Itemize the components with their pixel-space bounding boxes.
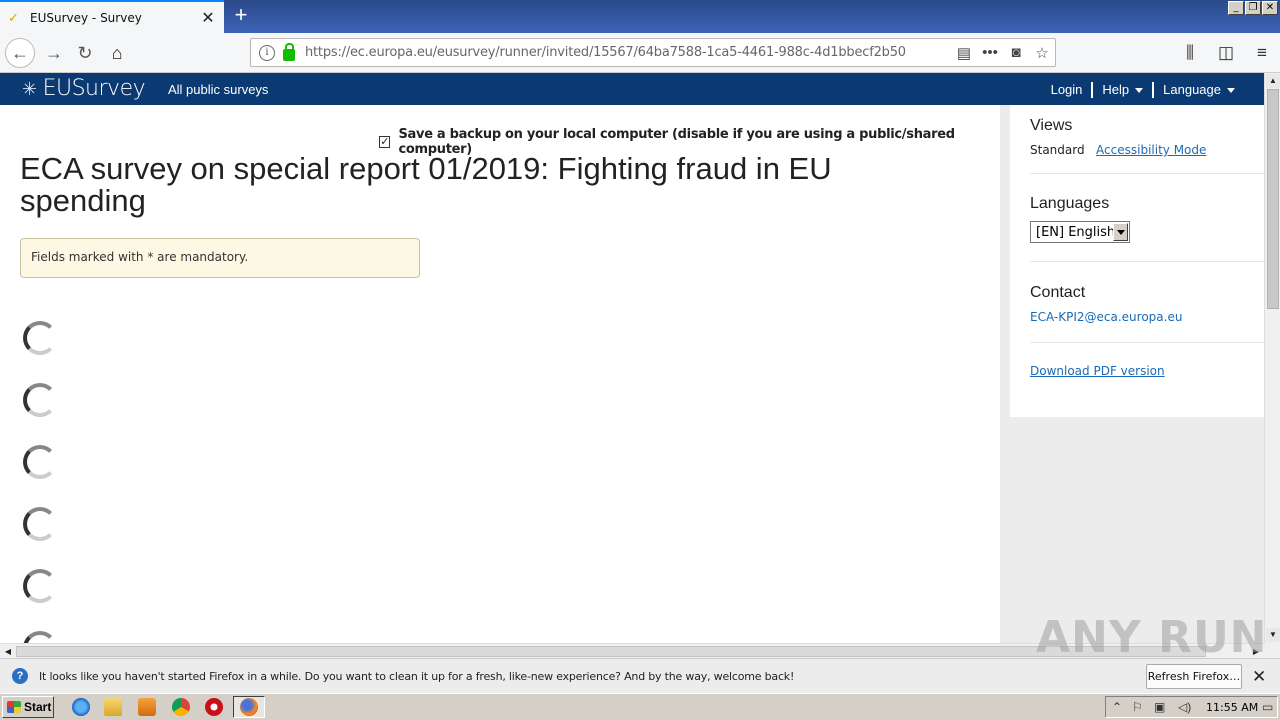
windows-logo-icon — [7, 701, 21, 713]
scroll-up-icon[interactable]: ▲ — [1266, 74, 1280, 88]
language-label: Language — [1163, 82, 1221, 97]
logo-star-icon: ✳ — [22, 79, 37, 100]
mandatory-note: Fields marked with * are mandatory. — [20, 238, 420, 278]
minimize-button[interactable]: _ — [1228, 1, 1244, 15]
toolbar-right: ⫼ ◫ ≡ — [1172, 40, 1280, 66]
divider — [1030, 173, 1264, 174]
opera-icon[interactable] — [205, 698, 223, 716]
close-notification-icon[interactable]: ✕ — [1252, 667, 1266, 687]
home-button[interactable]: ⌂ — [103, 40, 131, 66]
new-tab-button[interactable]: + — [228, 4, 254, 28]
download-pdf-link[interactable]: Download PDF version — [1030, 364, 1165, 378]
loading-spinner-icon — [23, 569, 57, 603]
clock[interactable]: 11:55 AM — [1206, 701, 1258, 714]
refresh-firefox-button[interactable]: Refresh Firefox… — [1146, 664, 1242, 689]
eusurvey-logo[interactable]: ✳ EUSurvey — [22, 76, 146, 101]
contact-heading: Contact — [1030, 284, 1086, 301]
close-window-button[interactable]: ✕ — [1262, 1, 1278, 15]
view-standard[interactable]: Standard — [1030, 143, 1085, 157]
vertical-scrollbar[interactable]: ▲ ▼ — [1264, 73, 1280, 643]
url-bar[interactable]: i https://ec.europa.eu/eusurvey/runner/i… — [250, 38, 1056, 67]
loading-spinner-icon — [23, 383, 57, 417]
tab-title: EUSurvey - Survey — [30, 10, 142, 25]
vertical-scroll-thumb[interactable] — [1267, 89, 1279, 309]
window-controls: _ ❐ ✕ — [1228, 1, 1278, 15]
tray-expand-icon[interactable]: ⌃ — [1112, 700, 1122, 714]
media-player-icon[interactable] — [138, 698, 156, 716]
eusurvey-header: ✳ EUSurvey All public surveys Login Help … — [0, 73, 1264, 105]
language-menu[interactable]: Language — [1152, 82, 1244, 98]
survey-title: ECA survey on special report 01/2019: Fi… — [20, 151, 832, 218]
start-button[interactable]: Start — [2, 696, 54, 718]
loading-spinner-icon — [23, 507, 57, 541]
header-nav: Login Help Language — [1042, 82, 1244, 98]
screen: ✓ EUSurvey - Survey ✕ + _ ❐ ✕ ← → ↻ ⌂ i … — [0, 0, 1280, 720]
system-tray: ⌃ ⚐ ▣ ◁) 11:55 AM ▭ — [1105, 696, 1278, 718]
views-options: Standard Accessibility Mode — [1030, 143, 1244, 157]
language-select-value: [EN] English — [1036, 224, 1116, 240]
reader-view-icon[interactable]: ▤ — [951, 44, 977, 62]
languages-heading: Languages — [1030, 195, 1110, 212]
sidebar-toggle-icon[interactable]: ◫ — [1208, 40, 1244, 66]
loading-spinner-icon — [23, 631, 57, 643]
network-icon[interactable]: ▣ — [1154, 700, 1165, 714]
contact-email-link[interactable]: ECA-KPI2@eca.europa.eu — [1030, 310, 1244, 324]
contact-email[interactable]: ECA-KPI2@eca.europa.eu — [1030, 310, 1182, 324]
explorer-folder-icon[interactable] — [104, 698, 122, 716]
sidebar: Views Standard Accessibility Mode Langua… — [1010, 105, 1264, 417]
divider — [1030, 261, 1264, 262]
loading-spinner-icon — [23, 321, 57, 355]
action-center-flag-icon[interactable]: ⚐ — [1132, 700, 1143, 714]
horizontal-scroll-thumb[interactable] — [16, 646, 1206, 657]
page-actions-icon[interactable]: ••• — [977, 44, 1003, 61]
login-link[interactable]: Login — [1042, 82, 1092, 98]
login-label: Login — [1050, 82, 1083, 97]
anyrun-watermark: ANY RUN — [1036, 612, 1268, 663]
survey-main: ✓ Save a backup on your local computer (… — [0, 105, 1000, 643]
notification-bar: ? It looks like you haven't started Fire… — [0, 658, 1280, 693]
internet-explorer-icon[interactable] — [72, 698, 90, 716]
scroll-left-icon[interactable]: ◀ — [1, 645, 15, 658]
chrome-icon[interactable] — [172, 698, 190, 716]
back-button[interactable]: ← — [5, 38, 35, 68]
firefox-icon — [240, 698, 258, 716]
all-public-surveys-link[interactable]: All public surveys — [168, 82, 268, 97]
bookmark-star-icon[interactable]: ☆ — [1029, 44, 1055, 62]
logo-text: EUSurvey — [42, 76, 146, 101]
browser-toolbar: ← → ↻ ⌂ i https://ec.europa.eu/eusurvey/… — [0, 33, 1280, 73]
loading-spinner-icon — [23, 445, 57, 479]
volume-icon[interactable]: ◁) — [1178, 700, 1191, 714]
library-icon[interactable]: ⫼ — [1172, 40, 1208, 66]
eusurvey-favicon-icon: ✓ — [8, 9, 19, 25]
url-text[interactable]: https://ec.europa.eu/eusurvey/runner/inv… — [305, 45, 951, 60]
reload-button[interactable]: ↻ — [71, 40, 99, 66]
pocket-icon[interactable]: ◙ — [1003, 44, 1029, 61]
site-info-icon[interactable]: i — [259, 44, 275, 61]
views-heading: Views — [1030, 117, 1073, 134]
view-accessibility-link[interactable]: Accessibility Mode — [1096, 143, 1206, 157]
scroll-down-icon[interactable]: ▼ — [1266, 628, 1280, 642]
browser-tab[interactable]: ✓ EUSurvey - Survey ✕ — [0, 0, 224, 33]
question-icon: ? — [12, 668, 28, 684]
dropdown-arrow-icon[interactable] — [1113, 223, 1128, 241]
language-caret-icon — [1227, 88, 1235, 94]
help-caret-icon — [1135, 88, 1144, 94]
language-select[interactable]: [EN] English — [1030, 221, 1130, 243]
help-menu[interactable]: Help — [1091, 82, 1152, 98]
download-pdf-row: Download PDF version — [1030, 364, 1244, 378]
show-desktop-icon[interactable]: ▭ — [1262, 700, 1273, 714]
browser-tab-strip: ✓ EUSurvey - Survey ✕ + _ ❐ ✕ — [0, 0, 1280, 33]
start-label: Start — [24, 700, 52, 714]
menu-icon[interactable]: ≡ — [1244, 40, 1280, 66]
help-label: Help — [1102, 82, 1130, 97]
secure-lock-icon — [283, 42, 295, 61]
notification-message: It looks like you haven't started Firefo… — [39, 670, 795, 683]
divider — [1030, 342, 1264, 343]
close-tab-icon[interactable]: ✕ — [200, 8, 216, 28]
forward-button[interactable]: → — [40, 40, 68, 66]
restore-button[interactable]: ❐ — [1245, 1, 1261, 15]
firefox-taskbar-button[interactable] — [233, 696, 265, 718]
taskbar: Start ⌃ ⚐ ▣ ◁) 11:55 AM ▭ — [0, 693, 1280, 720]
backup-checkbox[interactable]: ✓ — [379, 136, 391, 148]
